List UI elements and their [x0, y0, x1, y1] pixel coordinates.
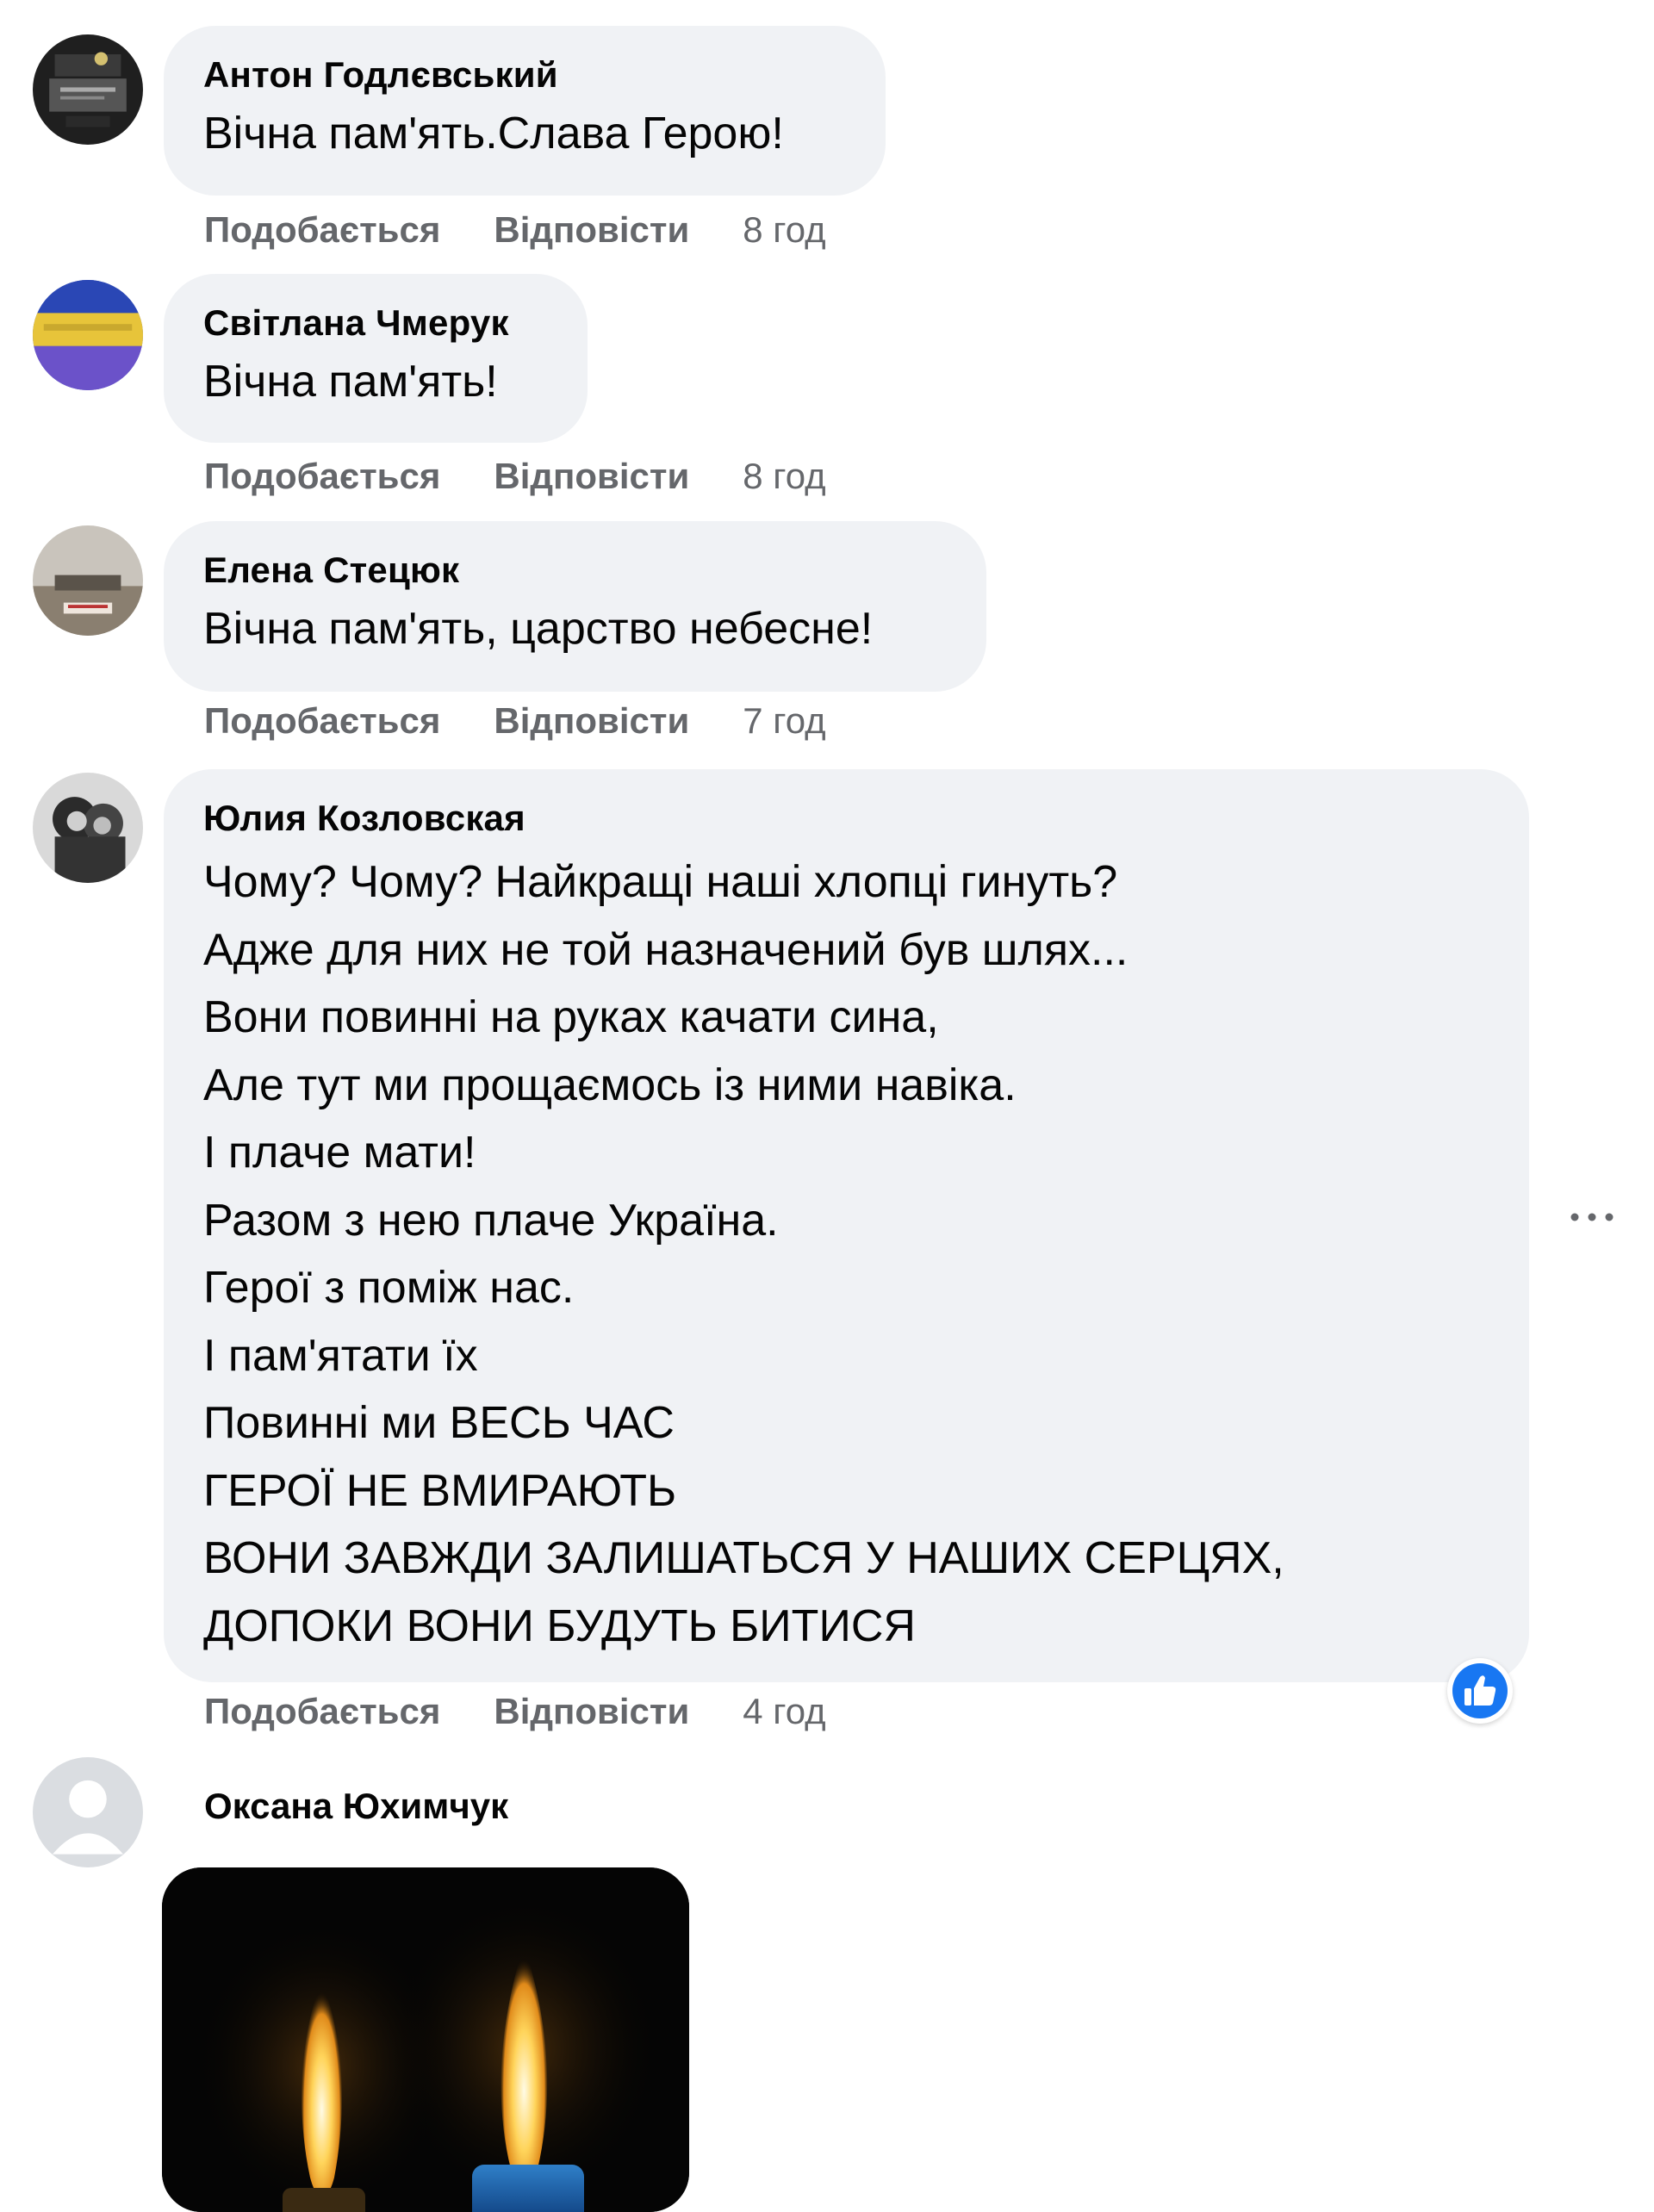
candles-photo	[162, 1867, 689, 2212]
comment-line: ДОПОКИ ВОНИ БУДУТЬ БИТИСЯ	[203, 1600, 916, 1651]
reaction-badge[interactable]	[1447, 1658, 1513, 1724]
comment-author[interactable]: Антон Годлєвський	[203, 52, 848, 98]
comment-text: Чому? Чому? Найкращі наші хлопці гинуть?…	[203, 848, 1491, 1660]
comment-author[interactable]: Юлия Козловская	[203, 795, 1491, 842]
comment-bubble: Антон Годлєвський Вічна пам'ять.Слава Ге…	[164, 26, 886, 196]
like-link[interactable]: Подобається	[204, 208, 440, 252]
comment-actions: Подобається Відповісти 7 год	[204, 699, 826, 743]
ellipsis-icon	[1570, 1213, 1614, 1221]
avatar[interactable]	[33, 773, 143, 883]
avatar[interactable]	[33, 34, 143, 145]
comment-text: Вічна пам'ять!	[203, 357, 498, 407]
comment-line: Адже для них не той назначений був шлях.…	[203, 924, 1129, 975]
reply-link[interactable]: Відповісти	[494, 455, 689, 498]
comment-bubble: Елена Стецюк Вічна пам'ять, царство небе…	[164, 521, 986, 692]
comment-text: Вічна пам'ять.Слава Герою!	[203, 109, 784, 158]
timestamp[interactable]: 4 год	[743, 1690, 825, 1733]
comment-actions: Подобається Відповісти 4 год	[204, 1690, 826, 1733]
like-link[interactable]: Подобається	[204, 1690, 440, 1733]
comment-photo[interactable]	[162, 1867, 689, 2212]
reply-link[interactable]: Відповісти	[494, 1690, 689, 1733]
reply-link[interactable]: Відповісти	[494, 699, 689, 743]
comment-line: Але тут ми прощаємось із ними навіка.	[203, 1059, 1017, 1110]
comment-line: І пам'ятати їх	[203, 1330, 478, 1381]
avatar-image	[33, 280, 143, 390]
comment-line: Повинні ми ВЕСЬ ЧАС	[203, 1398, 675, 1448]
comment-bubble: Світлана Чмерук Вічна пам'ять!	[164, 274, 588, 443]
avatar-image	[33, 773, 143, 883]
like-link[interactable]: Подобається	[204, 699, 440, 743]
comment-text: Вічна пам'ять, царство небесне!	[203, 604, 874, 654]
comment-line: І плаче мати!	[203, 1128, 476, 1177]
comment-author[interactable]: Оксана Юхимчук	[204, 1783, 508, 1830]
comment-line: ВОНИ ЗАВЖДИ ЗАЛИШАТЬСЯ У НАШИХ СЕРЦЯХ,	[203, 1533, 1284, 1583]
previous-comment-cutoff: ▁ ▁ ▁ ▁ ▁ ▁ ▁ ▁ ▁ ▁ ▁ ▁	[198, 0, 1060, 3]
avatar[interactable]	[33, 525, 143, 636]
comment-line: Герої з поміж нас.	[203, 1263, 575, 1313]
comment-bubble: Юлия Козловская Чому? Чому? Найкращі наш…	[164, 769, 1529, 1682]
thumbs-up-icon	[1452, 1663, 1508, 1718]
comment-line: Вони повинні на руках качати сина,	[203, 992, 939, 1042]
avatar-image	[33, 34, 143, 145]
like-link[interactable]: Подобається	[204, 455, 440, 498]
comment-line: Чому? Чому? Найкращі наші хлопці гинуть?	[203, 857, 1118, 907]
avatar[interactable]	[33, 1757, 143, 1867]
avatar-image	[33, 525, 143, 636]
timestamp[interactable]: 7 год	[743, 699, 825, 743]
reply-link[interactable]: Відповісти	[494, 208, 689, 252]
comment-line: Разом з нею плаче Україна.	[203, 1195, 779, 1246]
comment-actions: Подобається Відповісти 8 год	[204, 208, 826, 252]
comment-author[interactable]: Світлана Чмерук	[203, 300, 550, 346]
timestamp[interactable]: 8 год	[743, 455, 825, 498]
comment-author[interactable]: Елена Стецюк	[203, 547, 948, 593]
timestamp[interactable]: 8 год	[743, 208, 825, 252]
more-options-button[interactable]	[1566, 1204, 1618, 1230]
comment-line: ГЕРОЇ НЕ ВМИРАЮТЬ	[203, 1465, 677, 1516]
avatar[interactable]	[33, 280, 143, 390]
default-avatar-icon	[33, 1757, 143, 1867]
comment-actions: Подобається Відповісти 8 год	[204, 455, 826, 498]
